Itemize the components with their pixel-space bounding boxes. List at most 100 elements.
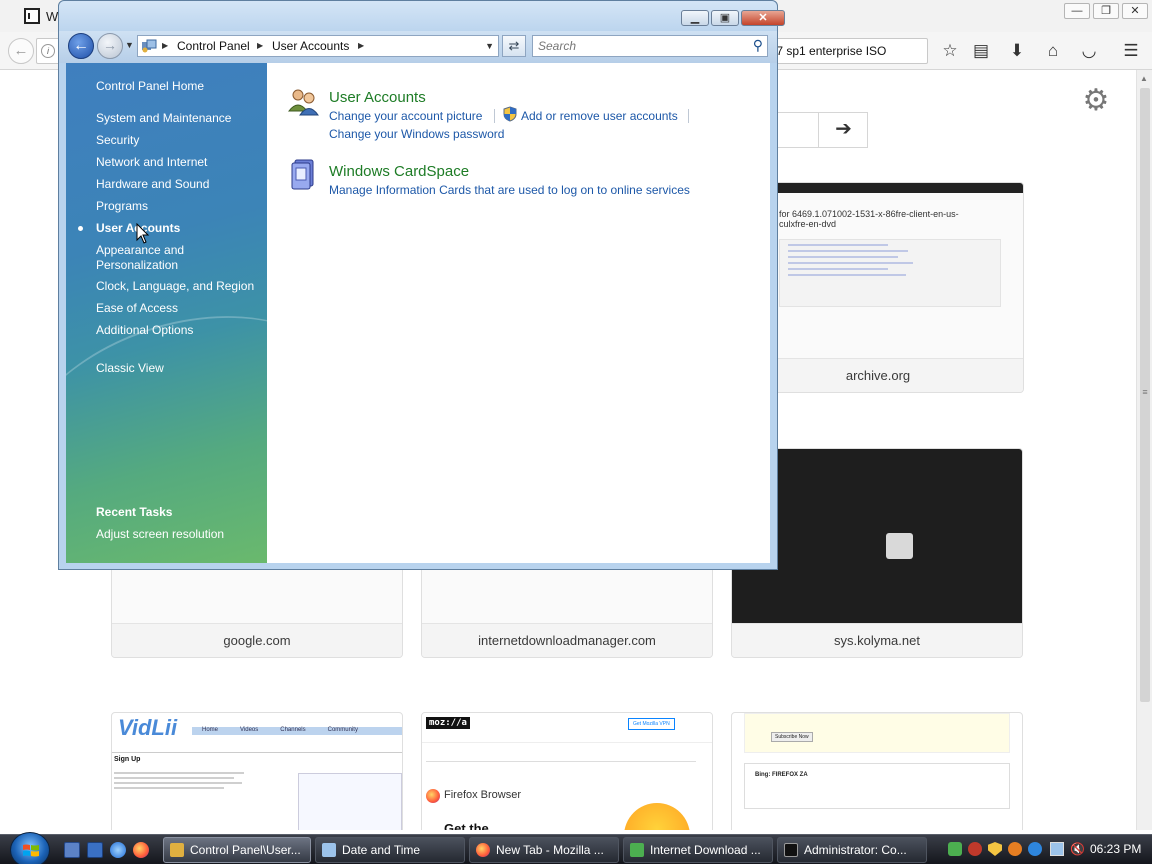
task-date-and-time[interactable]: Date and Time: [315, 837, 465, 863]
windows-taskbar: Control Panel\User... Date and Time New …: [0, 832, 1152, 864]
security-shield-tray-icon[interactable]: [988, 842, 1002, 856]
search-icon[interactable]: ⚲: [753, 37, 763, 54]
sidebar-item-appearance[interactable]: Appearance and Personalization: [96, 243, 184, 273]
bookmark-star-icon[interactable]: ☆: [939, 40, 961, 62]
internet-explorer-icon[interactable]: [110, 842, 126, 858]
menu-icon[interactable]: ☰: [1120, 40, 1142, 62]
category-title-user-accounts[interactable]: User Accounts: [329, 89, 426, 106]
firefox-logo-icon: [426, 789, 440, 803]
volume-muted-tray-icon[interactable]: 🔇: [1070, 842, 1085, 856]
link-change-password[interactable]: Change your Windows password: [329, 127, 504, 141]
control-panel-window: ▁ ▣ ✕ ← → ▼ ▶ Control Panel ▶ User Accou…: [58, 0, 785, 570]
task-control-panel[interactable]: Control Panel\User...: [163, 837, 311, 863]
thumb-nav: Home Videos Channels Community: [192, 727, 402, 735]
category-title-cardspace[interactable]: Windows CardSpace: [329, 163, 469, 180]
crumb-control-panel[interactable]: Control Panel: [177, 39, 250, 53]
thumb-button: Get Mozilla VPN: [628, 718, 675, 730]
cp-sidebar: Control Panel Home System and Maintenanc…: [66, 63, 267, 563]
thumb-file-table: [779, 239, 1001, 307]
library-icon[interactable]: ▤: [970, 40, 992, 62]
control-panel-navbar: ← → ▼ ▶ Control Panel ▶ User Accounts ▶ …: [59, 31, 777, 63]
topsite-tile-mozilla[interactable]: moz://a Get Mozilla VPN Firefox Browser …: [421, 712, 713, 830]
sidebar-item-programs[interactable]: Programs: [96, 199, 148, 214]
firefox-window-title: W: [46, 9, 59, 24]
thumb-result-box: Bing: FIREFOX ZA: [744, 763, 1010, 809]
task-label: Date and Time: [342, 843, 421, 857]
idm-tray-icon[interactable]: [948, 842, 962, 856]
task-label: New Tab - Mozilla ...: [496, 843, 604, 857]
crumb-user-accounts[interactable]: User Accounts: [272, 39, 349, 53]
task-label: Internet Download ...: [650, 843, 761, 857]
address-dropdown-icon[interactable]: ▼: [485, 41, 494, 51]
sidebar-item-system[interactable]: System and Maintenance: [96, 111, 231, 126]
task-firefox[interactable]: New Tab - Mozilla ...: [469, 837, 619, 863]
task-command-prompt[interactable]: Administrator: Co...: [777, 837, 927, 863]
sidebar-item-home[interactable]: Control Panel Home: [96, 79, 204, 94]
task-label: Control Panel\User...: [190, 843, 301, 857]
tile-label: sys.kolyma.net: [732, 623, 1022, 657]
sidebar-item-classic-view[interactable]: Classic View: [96, 361, 164, 376]
cp-minimize-button[interactable]: ▁: [681, 10, 709, 26]
topsite-tile-vidlii[interactable]: VidLii Home Videos Channels Community Si…: [111, 712, 403, 830]
task-internet-download-manager[interactable]: Internet Download ...: [623, 837, 773, 863]
recent-pages-dropdown-icon[interactable]: ▼: [125, 40, 134, 50]
scroll-grip-icon: ≡: [1142, 387, 1148, 397]
gear-icon[interactable]: ⚙: [1081, 86, 1111, 116]
firefox-scrollbar[interactable]: ▲ ≡: [1136, 70, 1152, 830]
tray-orange-icon[interactable]: [1008, 842, 1022, 856]
cardspace-icon: [291, 159, 314, 190]
download-icon[interactable]: ⬇: [1006, 40, 1028, 62]
firefox-maximize-button[interactable]: ❐: [1093, 3, 1119, 19]
network-tray-icon[interactable]: [1050, 842, 1064, 856]
crumb-separator-icon[interactable]: ▶: [358, 41, 364, 50]
tray-app-icon[interactable]: [968, 842, 982, 856]
cp-main-content: User Accounts Change your account pictur…: [267, 63, 770, 563]
link-add-remove-accounts[interactable]: Add or remove user accounts: [521, 109, 678, 123]
control-panel-titlebar[interactable]: ▁ ▣ ✕: [59, 1, 785, 31]
cp-search-input[interactable]: Search ⚲: [532, 35, 768, 57]
firefox-back-button[interactable]: ←: [8, 38, 34, 64]
mouse-cursor-icon: [136, 223, 150, 244]
crumb-separator-icon[interactable]: ▶: [162, 41, 168, 50]
scroll-up-arrow-icon[interactable]: ▲: [1140, 74, 1148, 83]
cp-forward-button[interactable]: →: [97, 33, 123, 59]
thumb-heading: Bing: FIREFOX ZA: [755, 772, 808, 778]
sidebar-item-ease-of-access[interactable]: Ease of Access: [96, 301, 178, 316]
scroll-thumb[interactable]: ≡: [1140, 88, 1150, 702]
sidebar-item-security[interactable]: Security: [96, 133, 139, 148]
cp-close-button[interactable]: ✕: [741, 10, 785, 26]
thumb-logo: VidLii: [118, 715, 178, 740]
sidebar-item-additional-options[interactable]: Additional Options: [96, 323, 193, 338]
tray-blue-icon[interactable]: [1028, 842, 1042, 856]
firefox-close-button[interactable]: ✕: [1122, 3, 1148, 19]
cp-address-bar[interactable]: ▶ Control Panel ▶ User Accounts ▶ ▼: [137, 35, 499, 57]
newtab-search-go-button[interactable]: ➔: [818, 112, 868, 148]
thumb-heading: Sign Up: [114, 756, 141, 763]
info-icon[interactable]: i: [41, 44, 55, 58]
thumb-orb: [624, 803, 690, 830]
thumb-title: for 6469.1.071002-1531-x-86fre-client-en…: [779, 209, 959, 229]
recent-task-adjust-resolution[interactable]: Adjust screen resolution: [96, 527, 224, 542]
sidebar-item-clock[interactable]: Clock, Language, and Region: [96, 279, 254, 294]
tile-label: internetdownloadmanager.com: [422, 623, 712, 657]
firefox-minimize-button[interactable]: —: [1064, 3, 1090, 19]
topsite-tile-bing[interactable]: Subscribe Now Bing: FIREFOX ZA: [731, 712, 1023, 830]
switch-windows-icon[interactable]: [87, 842, 103, 858]
link-change-account-picture[interactable]: Change your account picture: [329, 109, 482, 123]
home-icon[interactable]: ⌂: [1042, 40, 1064, 62]
sidebar-item-hardware[interactable]: Hardware and Sound: [96, 177, 209, 192]
start-button[interactable]: [10, 832, 50, 864]
refresh-icon[interactable]: ⇄: [502, 35, 526, 57]
link-manage-information-cards[interactable]: Manage Information Cards that are used t…: [329, 183, 690, 197]
firefox-icon[interactable]: [133, 842, 149, 858]
cp-restore-button[interactable]: ▣: [711, 10, 739, 26]
idm-icon: [630, 843, 644, 857]
crumb-separator-icon[interactable]: ▶: [257, 41, 263, 50]
taskbar-clock[interactable]: 06:23 PM: [1090, 842, 1141, 856]
sidebar-item-network[interactable]: Network and Internet: [96, 155, 207, 170]
link-separator: [494, 109, 495, 123]
windows-logo-icon: [23, 844, 39, 857]
show-desktop-icon[interactable]: [64, 842, 80, 858]
pocket-icon[interactable]: ◡: [1078, 40, 1100, 62]
cp-back-button[interactable]: ←: [68, 33, 94, 59]
